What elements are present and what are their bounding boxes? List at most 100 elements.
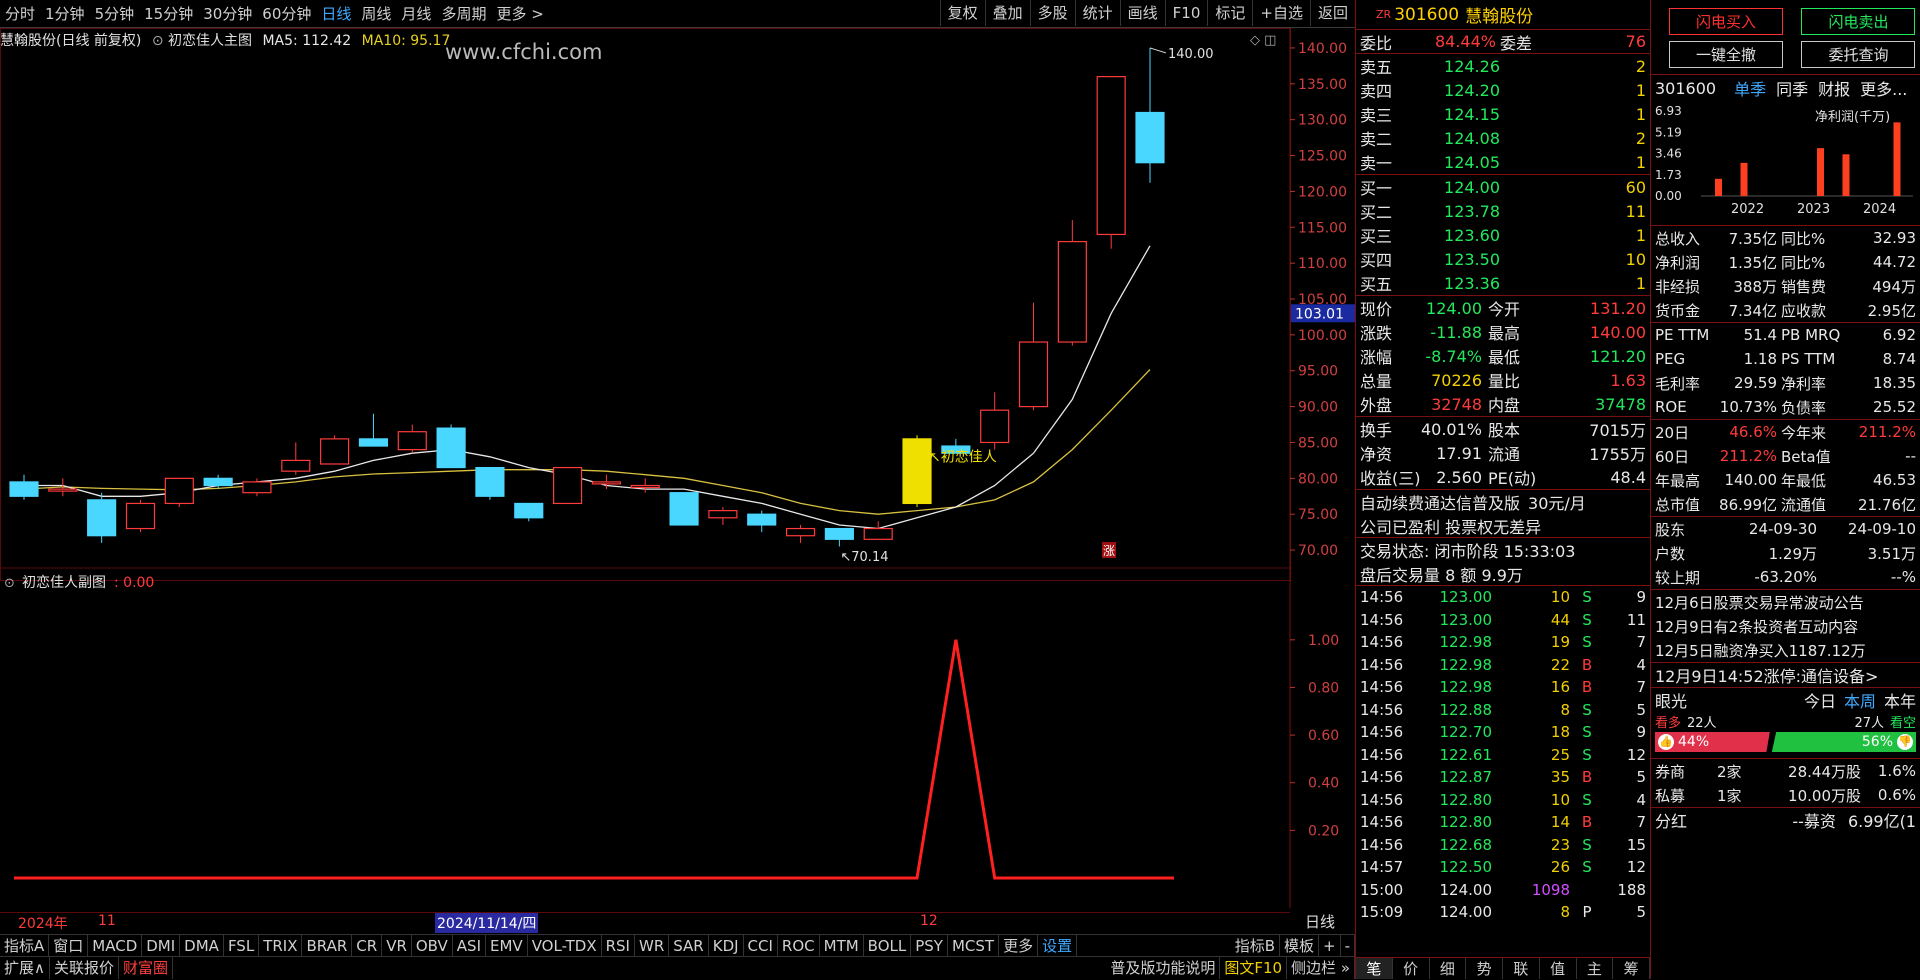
candle-body[interactable] bbox=[203, 477, 233, 487]
period-btn-8[interactable]: 月线 bbox=[396, 1, 436, 27]
candle-body[interactable] bbox=[164, 477, 194, 505]
tool-btn-8[interactable]: 返回 bbox=[1309, 0, 1355, 26]
indicator-tab-0[interactable]: 指标A bbox=[0, 934, 50, 957]
fin-tab-more[interactable]: 更多... bbox=[1860, 76, 1907, 100]
news-item[interactable]: 12月9日有2条投资者互动内容 bbox=[1651, 614, 1920, 638]
flash-sell-button[interactable]: 闪电卖出 bbox=[1801, 8, 1916, 35]
candle-body[interactable] bbox=[1018, 341, 1049, 408]
indicator-tab-15[interactable]: WR bbox=[635, 934, 670, 957]
order-row[interactable]: 卖四 124.20 1 bbox=[1356, 78, 1650, 102]
indicator-tab-16[interactable]: SAR bbox=[669, 934, 709, 957]
eye-tab-week[interactable]: 本周 bbox=[1844, 688, 1876, 712]
candle-body[interactable] bbox=[48, 488, 78, 492]
indicator-tab-19[interactable]: ROC bbox=[778, 934, 820, 957]
order-row[interactable]: 买四 123.50 10 bbox=[1356, 247, 1650, 271]
expand-button[interactable]: 扩展∧ bbox=[0, 957, 50, 979]
period-btn-5[interactable]: 60分钟 bbox=[257, 1, 316, 27]
tool-btn-1[interactable]: 叠加 bbox=[984, 0, 1030, 26]
candle-body[interactable] bbox=[514, 502, 544, 519]
ad-text[interactable]: 自动续费通达信普及版 bbox=[1360, 490, 1520, 514]
indicator-tab-17[interactable]: KDJ bbox=[709, 934, 744, 957]
sub-toggle-icon[interactable]: ⊙ bbox=[4, 576, 15, 591]
indicator-tab-13[interactable]: VOL-TDX bbox=[528, 934, 602, 957]
candle-body[interactable] bbox=[1135, 111, 1165, 164]
indicator-tab-6[interactable]: TRIX bbox=[259, 934, 303, 957]
indicator-tab-5[interactable]: FSL bbox=[224, 934, 260, 957]
news-item[interactable]: 12月6日股票交易异常波动公告 bbox=[1651, 590, 1920, 614]
indicator-tab-10[interactable]: OBV bbox=[412, 934, 453, 957]
quote-tab-7[interactable]: 筹 bbox=[1613, 958, 1650, 979]
indicator-tab-14[interactable]: RSI bbox=[602, 934, 635, 957]
linked-quote-button[interactable]: 关联报价 bbox=[50, 957, 119, 979]
candle-body[interactable] bbox=[320, 438, 350, 465]
indicator-tab-23[interactable]: MCST bbox=[948, 934, 1000, 957]
order-row[interactable]: 卖二 124.08 2 bbox=[1356, 126, 1650, 150]
tool-btn-3[interactable]: 统计 bbox=[1074, 0, 1120, 26]
candle-body[interactable] bbox=[708, 510, 738, 519]
candle-body[interactable] bbox=[9, 481, 39, 497]
quote-tab-0[interactable]: 笔 bbox=[1356, 958, 1393, 979]
order-row[interactable]: 卖五 124.26 2 bbox=[1356, 54, 1650, 78]
sidebar-toggle[interactable]: 侧边栏 » bbox=[1287, 957, 1355, 979]
period-btn-1[interactable]: 1分钟 bbox=[40, 1, 90, 27]
candle-body[interactable] bbox=[902, 438, 932, 505]
candle-body[interactable] bbox=[591, 481, 621, 485]
order-row[interactable]: 买一 124.00 60 bbox=[1356, 175, 1650, 199]
indicator-tab-22[interactable]: PSY bbox=[911, 934, 948, 957]
period-btn-2[interactable]: 5分钟 bbox=[90, 1, 140, 27]
period-btn-3[interactable]: 15分钟 bbox=[139, 1, 198, 27]
candle-body[interactable] bbox=[785, 527, 816, 537]
candle-body[interactable] bbox=[87, 499, 117, 537]
price-chart[interactable]: 140.00 135.00 130.00 125.00 120.00 115.00 110.… bbox=[0, 28, 1355, 908]
candle-body[interactable] bbox=[553, 466, 583, 505]
period-btn-10[interactable]: 更多 > bbox=[491, 1, 548, 27]
tool-btn-7[interactable]: +自选 bbox=[1252, 0, 1310, 26]
fin-tab-same[interactable]: 同季 bbox=[1776, 76, 1808, 100]
order-row[interactable]: 买五 123.36 1 bbox=[1356, 271, 1650, 295]
candle-body[interactable] bbox=[669, 492, 699, 526]
order-row[interactable]: 卖三 124.15 1 bbox=[1356, 102, 1650, 126]
candle-body[interactable] bbox=[281, 459, 311, 472]
indicator-tab-2[interactable]: MACD bbox=[88, 934, 143, 957]
period-btn-6[interactable]: 日线 bbox=[316, 1, 356, 27]
eye-tab-year[interactable]: 本年 bbox=[1884, 688, 1916, 712]
candle-body[interactable] bbox=[747, 513, 777, 526]
limit-note[interactable]: 12月9日14:52涨停:通信设备> bbox=[1655, 663, 1878, 687]
indicator-tab-18[interactable]: CCI bbox=[744, 934, 778, 957]
fin-tab-quarter[interactable]: 单季 bbox=[1734, 76, 1766, 100]
ad-price[interactable]: 30元/月 bbox=[1528, 490, 1586, 514]
tool-btn-5[interactable]: F10 bbox=[1164, 0, 1208, 26]
candle-body[interactable] bbox=[242, 481, 272, 494]
quote-tab-3[interactable]: 势 bbox=[1466, 958, 1503, 979]
indicator-tab-24[interactable]: 更多 bbox=[999, 934, 1039, 957]
quote-tab-1[interactable]: 价 bbox=[1393, 958, 1430, 979]
quote-tab-2[interactable]: 细 bbox=[1430, 958, 1467, 979]
candle-body[interactable] bbox=[125, 502, 156, 530]
indicator-tab-12[interactable]: EMV bbox=[486, 934, 528, 957]
flash-buy-button[interactable]: 闪电买入 bbox=[1669, 8, 1783, 35]
indicator-tab-11[interactable]: ASI bbox=[453, 934, 486, 957]
tool-btn-6[interactable]: 标记 bbox=[1207, 0, 1252, 26]
indicator-tab-21[interactable]: BOLL bbox=[864, 934, 912, 957]
tool-btn-0[interactable]: 复权 bbox=[939, 0, 985, 26]
news-item[interactable]: 12月5日融资净买入1187.12万 bbox=[1651, 638, 1920, 662]
candle-body[interactable] bbox=[630, 484, 660, 489]
order-query-button[interactable]: 委托查询 bbox=[1801, 41, 1916, 68]
candle-body[interactable] bbox=[863, 527, 893, 540]
period-btn-7[interactable]: 周线 bbox=[356, 1, 396, 27]
wealth-circle-link[interactable]: 财富圈 bbox=[119, 957, 174, 979]
candle-body[interactable] bbox=[1057, 241, 1087, 343]
tool-btn-4[interactable]: 画线 bbox=[1119, 0, 1165, 26]
indicator-right-1[interactable]: 模板 bbox=[1280, 934, 1319, 957]
candle-body[interactable] bbox=[436, 427, 466, 469]
indicator-tab-8[interactable]: CR bbox=[352, 934, 383, 957]
sub-indicator-title[interactable]: 初恋佳人副图 bbox=[22, 574, 106, 591]
indicator-tab-3[interactable]: DMI bbox=[142, 934, 181, 957]
candle-body[interactable] bbox=[358, 438, 389, 447]
candle-body[interactable] bbox=[824, 527, 854, 540]
fin-tab-report[interactable]: 财报 bbox=[1818, 76, 1850, 100]
indicator-tab-20[interactable]: MTM bbox=[820, 934, 864, 957]
bear-bar[interactable]: 56% 👎 bbox=[1771, 732, 1916, 752]
indicator-right-3[interactable]: - bbox=[1341, 934, 1355, 957]
order-row[interactable]: 卖一 124.05 1 bbox=[1356, 150, 1650, 174]
